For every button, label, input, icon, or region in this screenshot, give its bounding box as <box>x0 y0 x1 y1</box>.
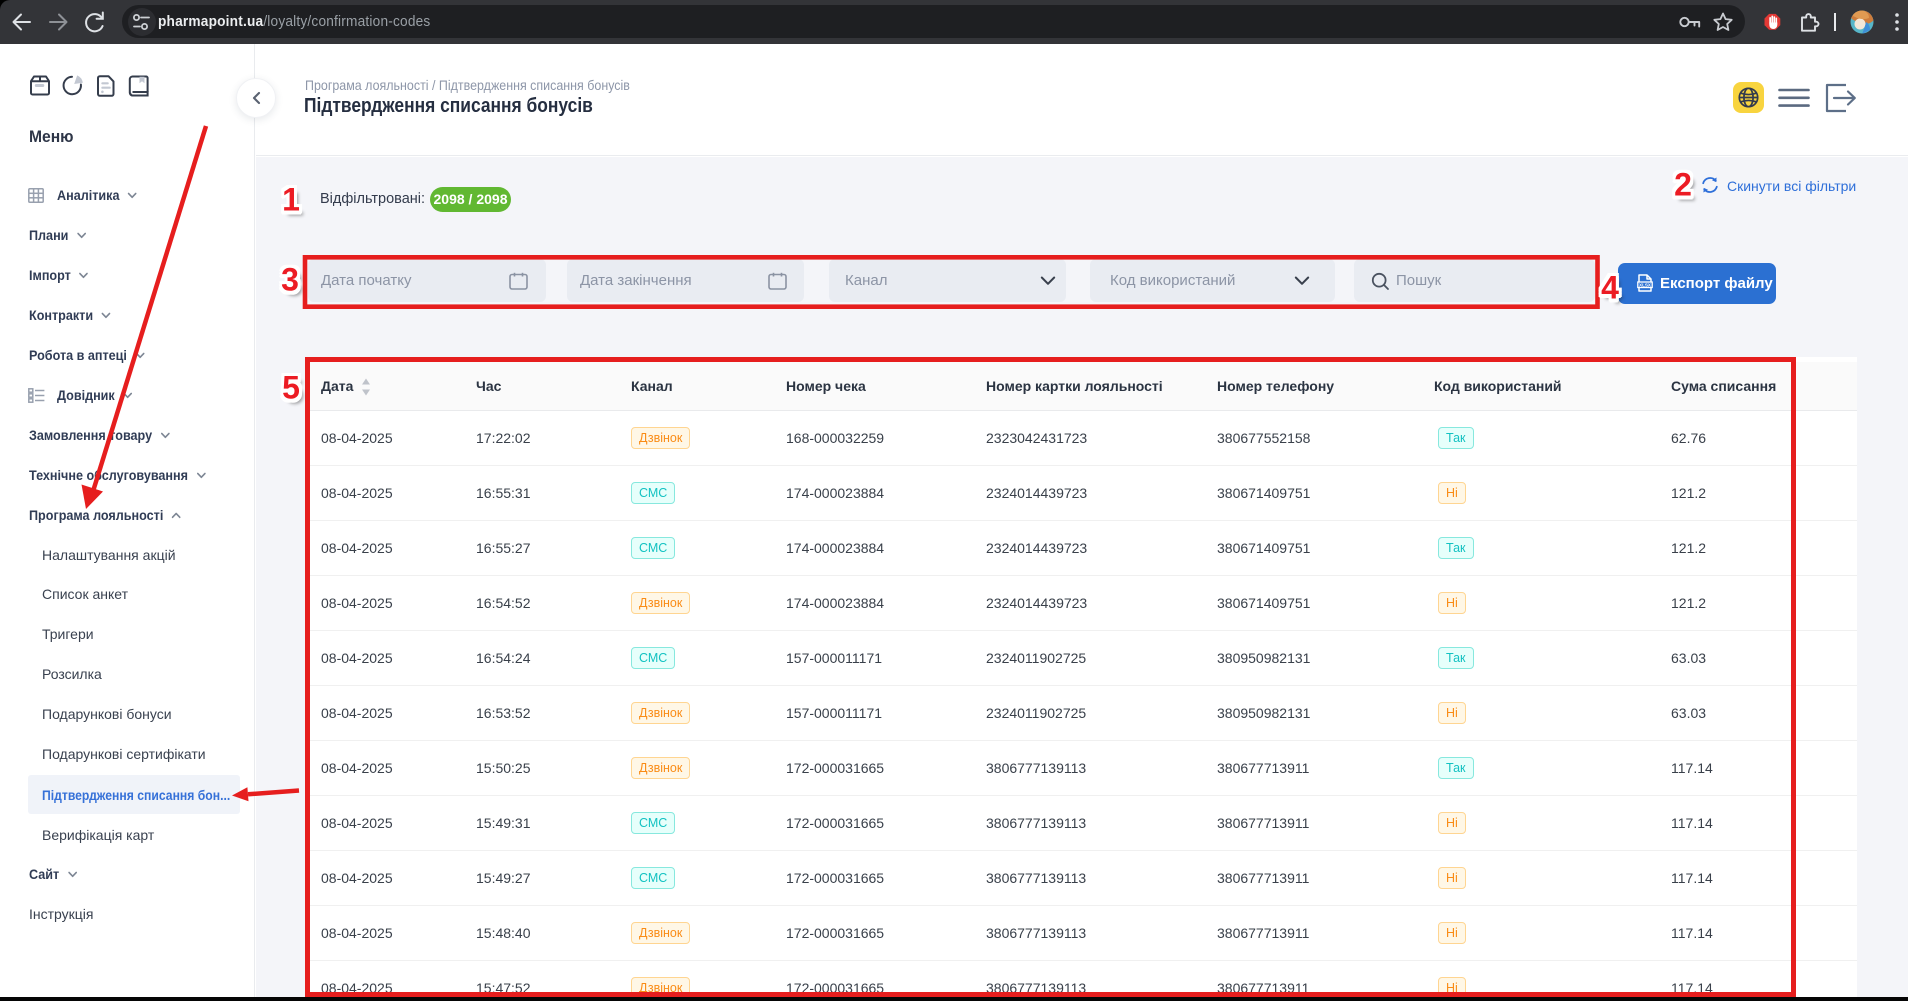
svg-text:XLSX: XLSX <box>1639 282 1652 287</box>
